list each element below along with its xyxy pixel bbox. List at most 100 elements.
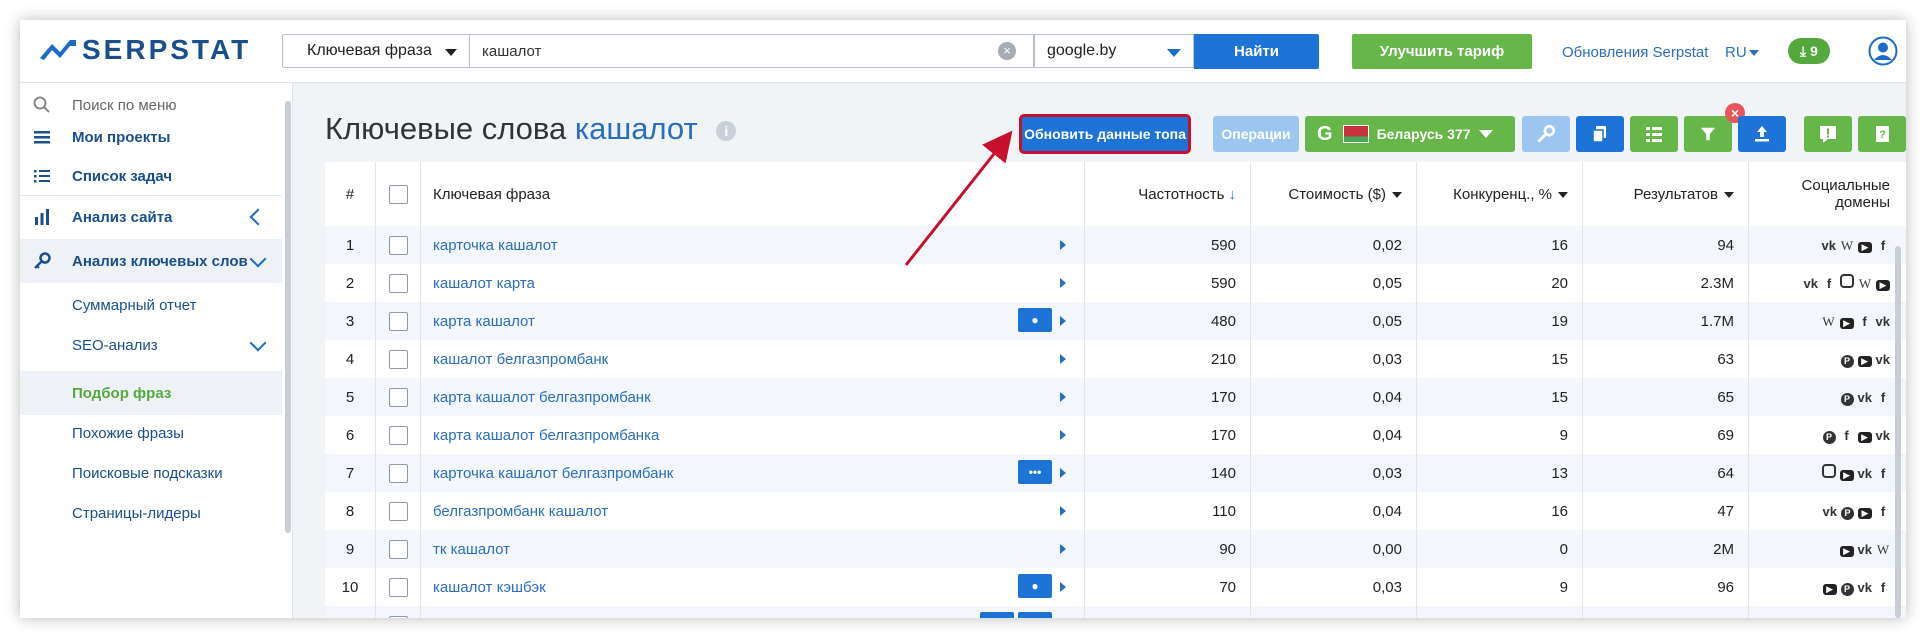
image-badge[interactable]: ▣: [1018, 612, 1052, 618]
expand-arrow-icon[interactable]: [1060, 430, 1066, 440]
expand-arrow-icon[interactable]: [1060, 506, 1066, 516]
youtube-icon[interactable]: ▶: [1876, 280, 1890, 291]
sidebar-item-my-projects[interactable]: Мои проекты: [20, 115, 282, 159]
row-checkbox[interactable]: [388, 463, 408, 483]
user-avatar-icon[interactable]: [1868, 36, 1898, 66]
copy-button[interactable]: [1576, 116, 1624, 152]
facebook-icon[interactable]: f: [1876, 390, 1890, 405]
keyword-link[interactable]: белгазпромбанк кашалот: [433, 503, 608, 520]
vk-icon[interactable]: vk: [1858, 466, 1872, 481]
clear-input-icon[interactable]: ×: [998, 42, 1016, 60]
expand-arrow-icon[interactable]: [1060, 316, 1066, 326]
keyword-link[interactable]: карта кашалот белгазпромбанк: [433, 389, 651, 406]
expand-arrow-icon[interactable]: [1060, 354, 1066, 364]
instagram-icon[interactable]: [1821, 464, 1836, 478]
wikipedia-icon[interactable]: W: [1876, 542, 1890, 558]
key-button[interactable]: [1522, 116, 1570, 152]
col-header-results[interactable]: Результатов: [1582, 162, 1749, 226]
col-header-frequency[interactable]: Частотность ↓: [1084, 162, 1251, 226]
vk-icon[interactable]: vk: [1822, 238, 1836, 253]
youtube-icon[interactable]: ▶: [1839, 470, 1854, 481]
wikipedia-icon[interactable]: W: [1822, 314, 1836, 330]
facebook-icon[interactable]: f: [1876, 466, 1890, 481]
vk-icon[interactable]: vk: [1823, 504, 1837, 519]
facebook-icon[interactable]: f: [1876, 238, 1890, 253]
sidebar-item-phrase-selection[interactable]: Подбор фраз: [20, 371, 282, 415]
question-badge[interactable]: ●: [1018, 574, 1052, 598]
keyword-link[interactable]: тк кашалот: [433, 541, 510, 558]
youtube-icon[interactable]: ▶: [1839, 317, 1854, 329]
filter-button[interactable]: [1684, 116, 1732, 152]
vk-icon[interactable]: vk: [1876, 314, 1890, 329]
facebook-icon[interactable]: f: [1840, 428, 1854, 443]
columns-button[interactable]: [1630, 116, 1678, 152]
sidebar-item-task-list[interactable]: Список задач: [20, 154, 282, 198]
sidebar-item-similar-phrases[interactable]: Похожие фразы: [20, 411, 282, 455]
help-button[interactable]: ?: [1858, 116, 1906, 152]
row-checkbox[interactable]: [388, 311, 408, 331]
keyword-link[interactable]: кашалот белгазпромбанк: [433, 351, 608, 368]
youtube-icon[interactable]: ▶: [1857, 355, 1872, 367]
vk-icon[interactable]: vk: [1876, 352, 1890, 367]
vk-icon[interactable]: vk: [1858, 542, 1872, 557]
question-badge[interactable]: ●: [1018, 308, 1052, 332]
vk-icon[interactable]: vk: [1858, 390, 1872, 405]
row-checkbox[interactable]: [388, 273, 408, 293]
facebook-icon[interactable]: f: [1822, 276, 1836, 291]
wikipedia-icon[interactable]: W: [1876, 618, 1890, 619]
vk-icon[interactable]: vk: [1858, 580, 1872, 595]
sidebar-item-search-suggestions[interactable]: Поисковые подсказки: [20, 451, 282, 495]
expand-arrow-icon[interactable]: [1060, 468, 1066, 478]
row-checkbox[interactable]: [388, 425, 408, 445]
keyword-link[interactable]: кашалот карта: [433, 275, 535, 292]
vk-icon[interactable]: vk: [1804, 276, 1818, 291]
sidebar-item-summary-report[interactable]: Суммарный отчет: [20, 283, 282, 327]
facebook-icon[interactable]: f: [1876, 580, 1890, 595]
row-checkbox[interactable]: [388, 577, 408, 597]
region-select-button[interactable]: G Беларусь 377: [1305, 116, 1515, 152]
keyword-link[interactable]: карта кашалот: [433, 313, 535, 330]
youtube-icon[interactable]: ▶: [1858, 241, 1872, 253]
operations-button[interactable]: Операции: [1213, 116, 1299, 152]
vk-icon[interactable]: vk: [1876, 428, 1890, 443]
youtube-icon[interactable]: ▶: [1839, 545, 1854, 557]
expand-arrow-icon[interactable]: [1060, 392, 1066, 402]
bar-badge[interactable]: ▮▮▮: [980, 612, 1014, 618]
vk-icon[interactable]: vk: [1840, 618, 1854, 619]
keyword-link[interactable]: карта кашалот белгазпромбанка: [433, 427, 659, 444]
facebook-icon[interactable]: f: [1858, 618, 1872, 619]
pinterest-icon[interactable]: P: [1822, 430, 1836, 444]
keyword-link[interactable]: карта кашалот партнеры: [433, 617, 606, 619]
sidebar-item-keyword-analysis[interactable]: Анализ ключевых слов: [20, 239, 282, 283]
keyword-link[interactable]: карточка кашалот белгазпромбанк: [433, 465, 673, 482]
language-selector[interactable]: RU: [1725, 44, 1759, 61]
row-checkbox[interactable]: [388, 615, 408, 618]
expand-arrow-icon[interactable]: [1060, 278, 1066, 288]
youtube-icon[interactable]: ▶: [1857, 431, 1872, 443]
keyword-search-input[interactable]: [469, 34, 1034, 68]
facebook-icon[interactable]: f: [1876, 504, 1890, 519]
search-type-select[interactable]: Ключевая фраза: [282, 34, 470, 68]
youtube-icon[interactable]: ▶: [1858, 507, 1872, 519]
search-engine-select[interactable]: google.by: [1034, 34, 1194, 68]
col-header-cost[interactable]: Стоимость ($): [1250, 162, 1417, 226]
report-issue-button[interactable]: [1804, 116, 1852, 152]
pinterest-icon[interactable]: P: [1840, 582, 1854, 596]
pinterest-icon[interactable]: P: [1840, 354, 1854, 368]
export-button[interactable]: [1738, 116, 1786, 152]
refresh-top-data-button[interactable]: Обновить данные топа: [1019, 114, 1191, 154]
info-icon[interactable]: i: [716, 120, 737, 141]
serpstat-logo[interactable]: SERPSTAT: [40, 32, 251, 68]
row-checkbox[interactable]: [388, 501, 408, 521]
sidebar-item-leader-pages[interactable]: Страницы-лидеры: [20, 491, 282, 535]
table-scrollbar[interactable]: [1895, 246, 1901, 618]
comment-badge[interactable]: •••: [1018, 460, 1052, 484]
sidebar-item-site-analysis[interactable]: Анализ сайта: [20, 195, 282, 239]
instagram-icon[interactable]: [1840, 274, 1854, 288]
expand-arrow-icon[interactable]: [1060, 544, 1066, 554]
keyword-link[interactable]: карточка кашалот: [433, 237, 558, 254]
serpstat-updates-link[interactable]: Обновления Serpstat: [1562, 44, 1708, 61]
col-header-keyword[interactable]: Ключевая фраза: [420, 162, 1085, 226]
facebook-icon[interactable]: f: [1858, 314, 1872, 329]
keyword-link[interactable]: кашалот кэшбэк: [433, 579, 546, 596]
